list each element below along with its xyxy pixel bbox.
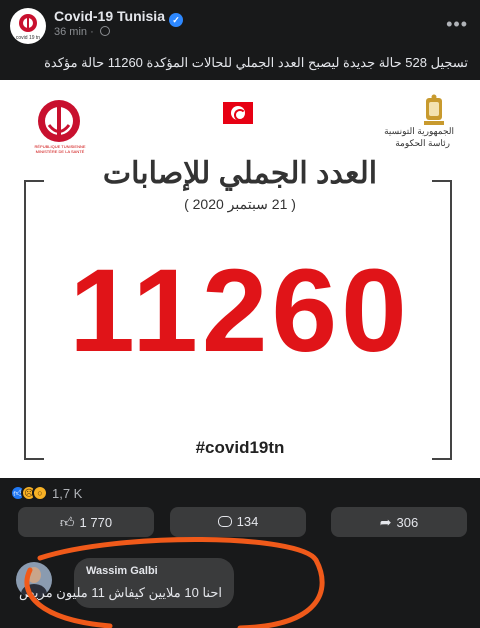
comment-item: Wassim Galbi احنا 10 ملايين كيفاش 11 ملي… <box>0 548 480 628</box>
post-time[interactable]: 36 min · <box>54 26 110 38</box>
total-cases-number: 11260 <box>69 245 411 377</box>
avatar-caption: covid 19 tn <box>15 35 41 41</box>
page-name[interactable]: Covid-19 Tunisia ✓ <box>54 8 183 27</box>
globe-icon <box>99 26 110 36</box>
hashtag: #covid19tn <box>195 438 285 457</box>
like-count: 1 770 <box>79 515 113 530</box>
page-avatar[interactable]: covid 19 tn <box>10 8 46 44</box>
like-button[interactable]: 👍︎ 1 770 <box>18 507 154 537</box>
comment-author[interactable]: Wassim Galbi <box>86 565 158 577</box>
post-image[interactable]: RÉPUBLIQUE TUNISIENNE MINISTÈRE DE LA SA… <box>0 80 480 478</box>
comment-count: 134 <box>236 514 259 529</box>
comment-bubble: Wassim Galbi احنا 10 ملايين كيفاش 11 ملي… <box>19 558 234 608</box>
comment-button[interactable]: 134 <box>170 507 306 537</box>
infographic-date: ( 21 سبتمبر 2020 ) <box>184 196 296 212</box>
comment-text: احنا 10 ملايين كيفاش 11 مليون مريض <box>19 585 222 600</box>
ministry-logo-icon <box>19 14 37 32</box>
post-caption: تسجيل 528 حالة جديدة ليصبح العدد الجملي … <box>44 55 468 70</box>
more-options-button[interactable]: ••• <box>446 14 468 35</box>
wow-icon: ○ <box>32 485 48 501</box>
comment-icon <box>217 516 232 527</box>
verified-badge-icon: ✓ <box>168 13 183 27</box>
post-header: covid 19 tn Covid-19 Tunisia ✓ 36 min · •… <box>0 0 480 52</box>
tunisia-flag-icon <box>223 102 253 124</box>
share-count: 306 <box>396 515 419 530</box>
reactions-count: 1,7 K <box>52 486 83 501</box>
infographic-title: العدد الجملي للإصابات <box>102 157 378 190</box>
government-title: الجمهورية التونسية <box>384 126 454 136</box>
ministry-of-health-logo <box>38 100 80 142</box>
ministry-caption: RÉPUBLIQUE TUNISIENNE MINISTÈRE DE LA SA… <box>34 144 86 154</box>
thumbs-up-icon: 👍︎ <box>59 514 75 530</box>
government-emblem-icon <box>424 94 444 125</box>
share-icon: ➦ <box>379 514 392 530</box>
share-button[interactable]: ➦ 306 <box>331 507 467 537</box>
government-subtitle: رئاسة الحكومة <box>395 138 450 148</box>
